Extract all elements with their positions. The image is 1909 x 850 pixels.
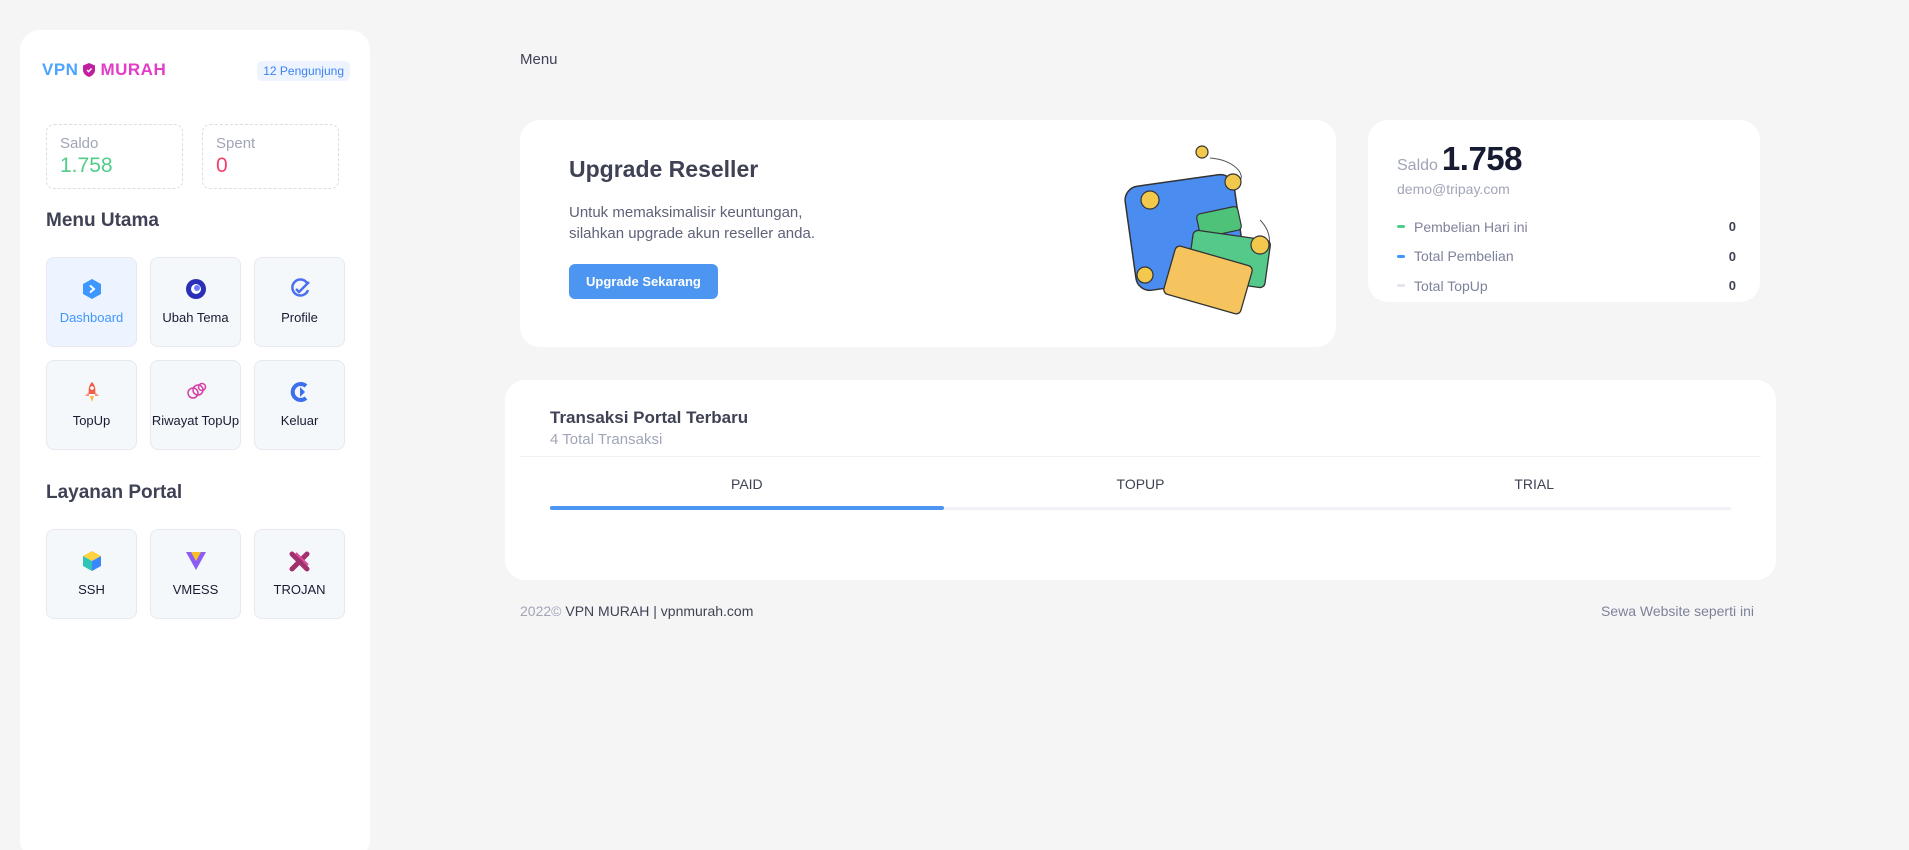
vmess-icon [185,551,206,570]
logout-icon [290,381,307,402]
brand-logo[interactable]: VPN MURAH [42,60,166,80]
green-bullet-icon [1397,225,1405,229]
balance-value: 1.758 [1441,140,1523,177]
dashboard-icon [82,278,101,299]
visitor-count-badge: 12 Pengunjung [257,61,350,81]
layanan-portal-title: Layanan Portal [46,482,183,503]
balance-header: Saldo 1.758 [1397,140,1523,178]
menu-item-topup[interactable]: TopUp [46,360,137,450]
stat-row-pembelian-hari-ini: Pembelian Hari ini 0 [1397,212,1736,242]
menu-utama-grid: Dashboard Ubah Tema Profile TopUp Riwaya… [46,257,345,450]
stat-row-value: 0 [1728,219,1736,235]
transactions-card: Transaksi Portal Terbaru 4 Total Transak… [505,380,1776,580]
page-footer: 2022© VPN MURAH | vpnmurah.com Sewa Webs… [520,603,1754,619]
menu-utama-title: Menu Utama [46,210,159,231]
history-icon [186,382,206,399]
gray-bullet-icon [1397,284,1405,288]
portal-item-label: TROJAN [273,581,326,597]
transactions-tabs: PAID TOPUP TRIAL [550,476,1731,510]
upgrade-line-2: silahkan upgrade akun reseller anda. [569,225,815,242]
menu-item-ubah-tema[interactable]: Ubah Tema [150,257,241,347]
portal-item-label: VMESS [172,581,219,597]
stat-row-value: 0 [1728,278,1736,294]
portal-item-trojan[interactable]: TROJAN [254,529,345,619]
menu-item-profile[interactable]: Profile [254,257,345,347]
spent-stat: Spent 0 [202,124,339,189]
sidebar: VPN MURAH 12 Pengunjung Saldo 1.758 Spen… [20,30,370,850]
balance-label: Saldo [1397,157,1438,174]
spent-value: 0 [216,154,228,177]
footer-site-link[interactable]: VPN MURAH | vpnmurah.com [565,603,753,619]
stat-row-label: Total TopUp [1414,277,1488,294]
upgrade-title: Upgrade Reseller [569,156,759,182]
menu-item-label: Ubah Tema [162,309,229,325]
upgrade-reseller-card: Upgrade Reseller Untuk memaksimalisir ke… [520,120,1336,347]
menu-item-label: TopUp [72,412,111,428]
footer-copyright: 2022© VPN MURAH | vpnmurah.com [520,603,753,619]
transactions-title: Transaksi Portal Terbaru [550,408,749,427]
saldo-value: 1.758 [60,154,113,177]
menu-item-label: Riwayat TopUp [151,412,240,428]
saldo-stat: Saldo 1.758 [46,124,183,189]
theme-icon [185,278,206,299]
stat-row-total-pembelian: Total Pembelian 0 [1397,242,1736,272]
trojan-icon [289,551,309,572]
footer-year: 2022© [520,603,562,619]
spent-label: Spent [216,135,256,152]
rocket-icon [84,381,99,402]
page-breadcrumb: Menu [520,51,558,68]
balance-stats-list: Pembelian Hari ini 0 Total Pembelian 0 T… [1397,212,1736,301]
profile-icon [290,277,310,297]
menu-item-label: Profile [281,309,318,325]
tab-paid[interactable]: PAID [550,476,944,510]
account-email: demo@tripay.com [1397,181,1510,197]
cube-icon [82,550,101,571]
upgrade-now-button[interactable]: Upgrade Sekarang [569,264,718,299]
stat-row-value: 0 [1728,248,1736,264]
blue-bullet-icon [1397,254,1405,258]
wallet-illustration [1124,145,1271,315]
menu-item-label: Dashboard [59,309,124,325]
portal-item-label: SSH [78,581,105,597]
upgrade-line-1: Untuk memaksimalisir keuntungan, [569,204,803,221]
menu-item-keluar[interactable]: Keluar [254,360,345,450]
saldo-label: Saldo [60,135,99,152]
tab-trial[interactable]: TRIAL [1337,476,1731,507]
stat-row-label: Pembelian Hari ini [1414,218,1528,235]
tab-topup[interactable]: TOPUP [944,476,1338,507]
footer-rent-link[interactable]: Sewa Website seperti ini [1601,603,1754,619]
transactions-count: 4 Total Transaksi [550,431,663,448]
stat-row-total-topup: Total TopUp 0 [1397,271,1736,301]
menu-item-dashboard[interactable]: Dashboard [46,257,137,347]
menu-item-riwayat-topup[interactable]: Riwayat TopUp [150,360,241,450]
layanan-portal-grid: SSH VMESS TROJAN [46,529,345,619]
divider [520,456,1761,457]
stat-row-label: Total Pembelian [1414,248,1514,265]
portal-item-ssh[interactable]: SSH [46,529,137,619]
shield-icon [83,63,96,77]
brand-text-vpn: VPN [42,60,79,79]
portal-item-vmess[interactable]: VMESS [150,529,241,619]
brand-text-murah: MURAH [100,60,167,79]
upgrade-description: Untuk memaksimalisir keuntungan, silahka… [569,202,889,244]
menu-item-label: Keluar [280,412,319,428]
balance-summary-card: Saldo 1.758 demo@tripay.com Pembelian Ha… [1368,120,1760,302]
